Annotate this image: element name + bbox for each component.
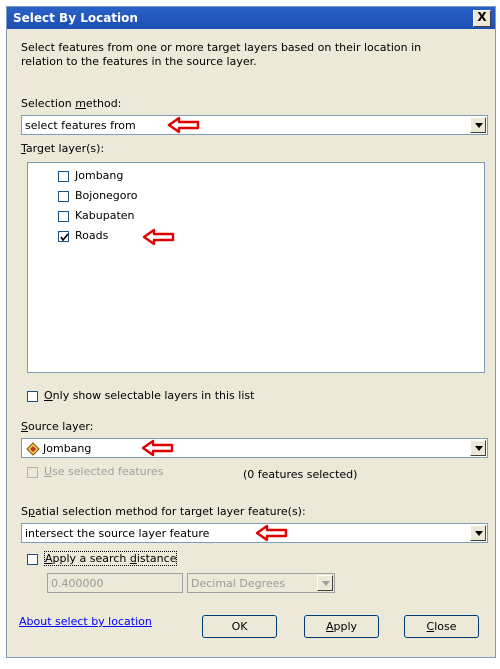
use-selected-checkbox[interactable]	[27, 467, 38, 478]
polygon-layer-icon	[26, 442, 40, 456]
apply-button[interactable]: Apply	[304, 615, 379, 638]
target-layer-label: Roads	[75, 229, 109, 242]
source-layer-dropdown[interactable]: Jombang	[21, 438, 488, 458]
use-selected-label: Use selected features	[44, 465, 164, 478]
annotation-arrow-icon	[167, 116, 200, 134]
target-layers-label: Target layer(s):	[21, 142, 105, 155]
chevron-down-icon[interactable]	[317, 575, 333, 591]
search-distance-checkbox[interactable]	[27, 554, 38, 565]
target-layer-label: Kabupaten	[75, 209, 135, 222]
about-select-by-location-link[interactable]: About select by location	[19, 615, 152, 628]
roads-checkbox[interactable]	[58, 231, 69, 242]
selection-method-label: Selection method:	[21, 97, 122, 110]
description-line-2: relation to the features in the source l…	[21, 55, 257, 68]
target-layer-label: Jombang	[75, 169, 124, 182]
search-distance-label: Apply a search distance	[43, 551, 178, 566]
target-layers-list[interactable]: Jombang Bojonegoro Kabupaten Roads	[27, 162, 485, 373]
close-window-button[interactable]: X	[473, 10, 491, 27]
search-distance-value: 0.400000	[51, 577, 104, 590]
annotation-arrow-icon	[141, 439, 174, 457]
spatial-method-value: intersect the source layer feature	[25, 527, 210, 540]
jombang-checkbox[interactable]	[58, 171, 69, 182]
kabupaten-checkbox[interactable]	[58, 211, 69, 222]
selection-method-dropdown[interactable]: select features from	[21, 115, 488, 135]
only-selectable-checkbox[interactable]	[27, 391, 38, 402]
source-layer-label: Source layer:	[21, 420, 94, 433]
bojonegoro-checkbox[interactable]	[58, 191, 69, 202]
select-by-location-dialog: Select By Location X Select features fro…	[6, 6, 496, 658]
target-layer-label: Bojonegoro	[75, 189, 138, 202]
description-line-1: Select features from one or more target …	[21, 41, 422, 54]
annotation-arrow-icon	[142, 228, 175, 246]
annotation-arrow-icon	[255, 524, 288, 542]
title-bar[interactable]: Select By Location X	[7, 7, 495, 29]
spatial-method-label: Spatial selection method for target laye…	[21, 505, 306, 518]
chevron-down-icon[interactable]	[470, 440, 486, 456]
close-button[interactable]: Close	[404, 615, 479, 638]
distance-unit-dropdown[interactable]: Decimal Degrees	[187, 573, 335, 593]
chevron-down-icon[interactable]	[470, 117, 486, 133]
features-selected-count: (0 features selected)	[243, 468, 358, 481]
dialog-title: Select By Location	[13, 11, 138, 25]
search-distance-input[interactable]: 0.400000	[47, 573, 183, 593]
ok-button[interactable]: OK	[202, 615, 277, 638]
source-layer-value: Jombang	[43, 442, 92, 455]
distance-unit-value: Decimal Degrees	[191, 577, 286, 590]
only-selectable-label: Only show selectable layers in this list	[44, 389, 255, 402]
chevron-down-icon[interactable]	[470, 525, 486, 541]
checkmark-icon	[60, 233, 69, 242]
selection-method-value: select features from	[25, 119, 136, 132]
